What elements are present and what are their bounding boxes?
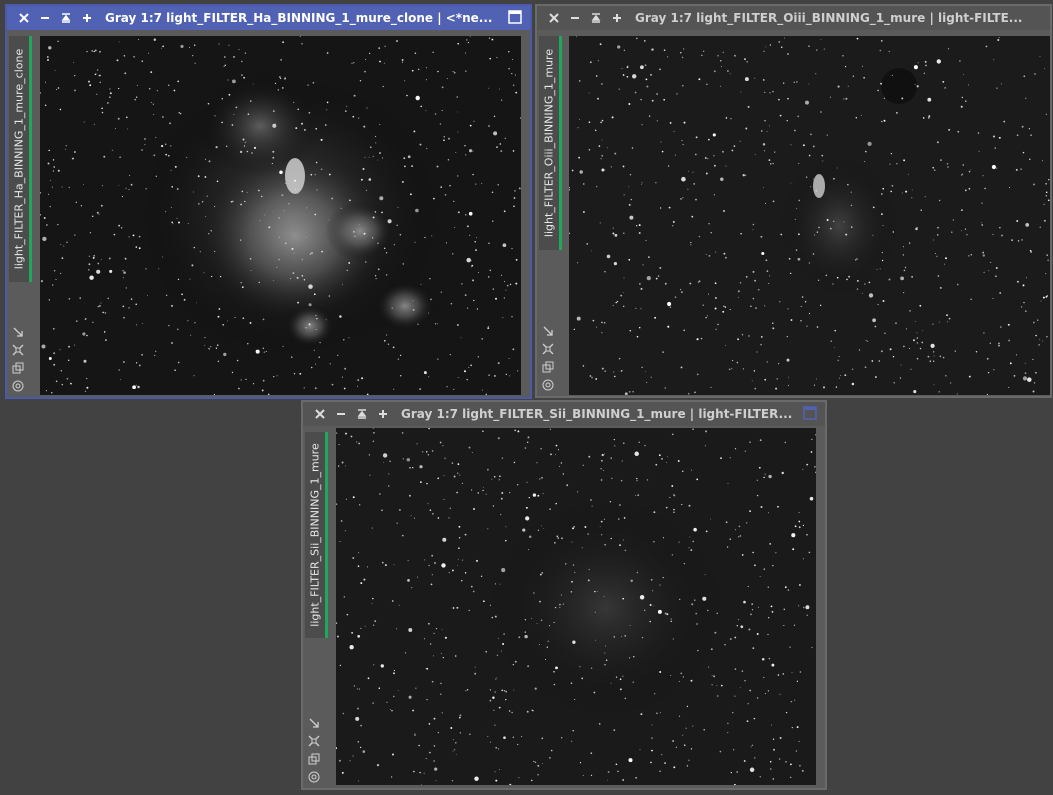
image-viewport[interactable] xyxy=(40,36,521,395)
view-identifier-tab[interactable]: light_FILTER_Sii_BINNING_1_mure xyxy=(305,432,328,638)
nebula-image xyxy=(336,428,816,785)
image-viewport[interactable] xyxy=(569,36,1050,395)
fit-view-icon[interactable] xyxy=(11,343,25,357)
restore-window-icon[interactable] xyxy=(803,406,819,422)
maximize-plus-icon[interactable] xyxy=(76,8,97,28)
close-icon[interactable] xyxy=(543,8,564,28)
target-icon[interactable] xyxy=(307,770,321,784)
window-title: Gray 1:7 light_FILTER_Oiii_BINNING_1_mur… xyxy=(635,11,1023,25)
window-titlebar[interactable]: Gray 1:7 light_FILTER_Ha_BINNING_1_mure_… xyxy=(7,6,530,30)
fit-view-icon[interactable] xyxy=(307,734,321,748)
shade-icon[interactable] xyxy=(585,8,606,28)
image-window-ha[interactable]: Gray 1:7 light_FILTER_Ha_BINNING_1_mure_… xyxy=(5,4,532,399)
view-identifier-label: light_FILTER_Oiii_BINNING_1_mure xyxy=(542,48,556,238)
view-identifier-tab[interactable]: light_FILTER_Oiii_BINNING_1_mure xyxy=(539,36,562,250)
shade-icon[interactable] xyxy=(351,404,372,424)
resize-arrow-icon[interactable] xyxy=(307,716,321,730)
image-window-sii[interactable]: Gray 1:7 light_FILTER_Sii_BINNING_1_mure… xyxy=(301,400,827,790)
fit-view-icon[interactable] xyxy=(541,342,555,356)
image-window-oiii[interactable]: Gray 1:7 light_FILTER_Oiii_BINNING_1_mur… xyxy=(535,4,1052,398)
minimize-icon[interactable] xyxy=(34,8,55,28)
maximize-plus-icon[interactable] xyxy=(372,404,393,424)
target-icon[interactable] xyxy=(541,378,555,392)
window-titlebar[interactable]: Gray 1:7 light_FILTER_Oiii_BINNING_1_mur… xyxy=(537,6,1050,30)
image-viewport[interactable] xyxy=(336,428,816,785)
view-sidebar: light_FILTER_Sii_BINNING_1_mure xyxy=(303,426,333,788)
window-titlebar[interactable]: Gray 1:7 light_FILTER_Sii_BINNING_1_mure… xyxy=(303,402,825,426)
close-icon[interactable] xyxy=(309,404,330,424)
window-title: Gray 1:7 light_FILTER_Sii_BINNING_1_mure… xyxy=(401,407,793,421)
resize-arrow-icon[interactable] xyxy=(541,324,555,338)
minimize-icon[interactable] xyxy=(564,8,585,28)
shade-icon[interactable] xyxy=(55,8,76,28)
nebula-image xyxy=(569,36,1050,395)
view-identifier-tab[interactable]: light_FILTER_Ha_BINNING_1_mure_clone xyxy=(9,36,32,282)
clone-view-icon[interactable] xyxy=(541,360,555,374)
minimize-icon[interactable] xyxy=(330,404,351,424)
target-icon[interactable] xyxy=(11,379,25,393)
resize-arrow-icon[interactable] xyxy=(11,325,25,339)
clone-view-icon[interactable] xyxy=(307,752,321,766)
view-sidebar: light_FILTER_Oiii_BINNING_1_mure xyxy=(537,30,567,396)
view-identifier-label: light_FILTER_Ha_BINNING_1_mure_clone xyxy=(12,48,26,270)
view-identifier-label: light_FILTER_Sii_BINNING_1_mure xyxy=(308,443,322,627)
restore-window-icon[interactable] xyxy=(508,10,524,26)
close-icon[interactable] xyxy=(13,8,34,28)
view-sidebar: light_FILTER_Ha_BINNING_1_mure_clone xyxy=(7,30,37,397)
window-title: Gray 1:7 light_FILTER_Ha_BINNING_1_mure_… xyxy=(105,11,493,25)
clone-view-icon[interactable] xyxy=(11,361,25,375)
maximize-plus-icon[interactable] xyxy=(606,8,627,28)
nebula-image xyxy=(40,36,521,395)
